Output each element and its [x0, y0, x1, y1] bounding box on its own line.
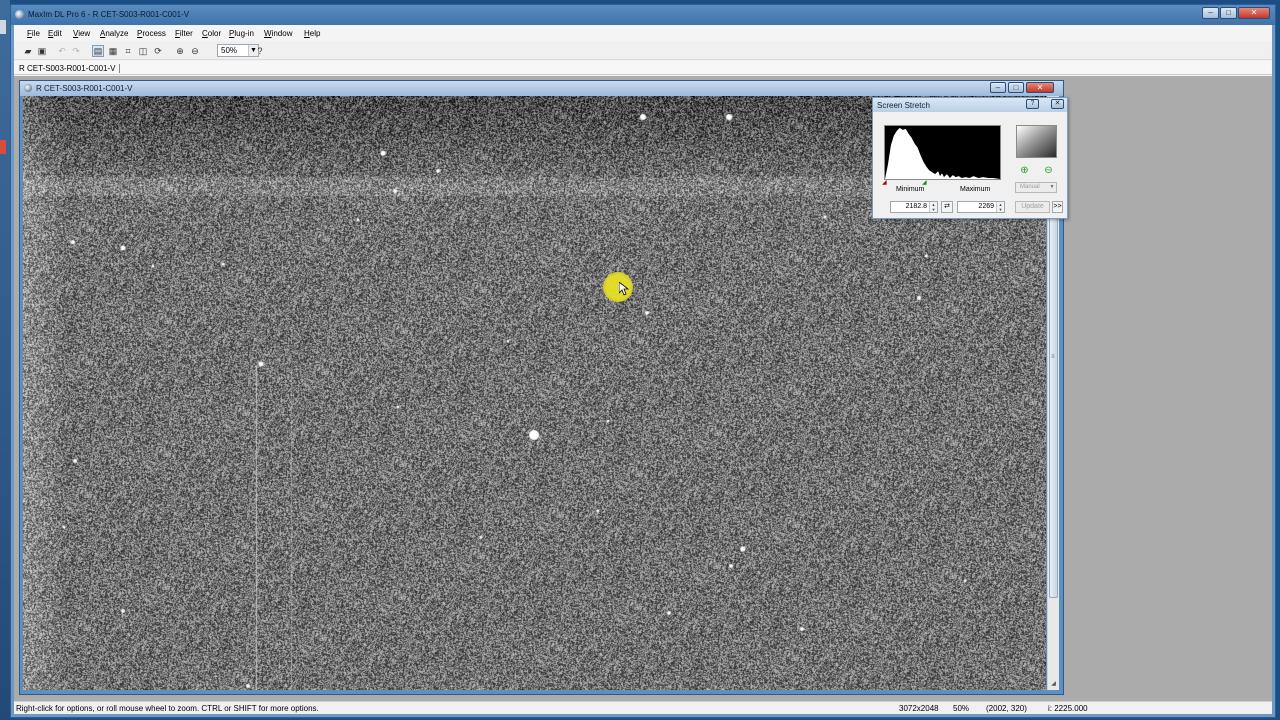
menu-filter[interactable]: Filter [175, 29, 193, 38]
image-close-button[interactable]: ✕ [1026, 82, 1054, 93]
mouse-pointer-icon [619, 282, 629, 296]
status-bar: Right-click for options, or roll mouse w… [14, 701, 1272, 714]
image-maximize-button[interactable]: □ [1008, 82, 1024, 93]
status-dimensions: 3072x2048 [899, 704, 939, 713]
stretch-icon[interactable]: ▦ [107, 45, 119, 57]
maximum-input[interactable]: 2269 ▲ ▼ [957, 201, 1005, 213]
minimize-button[interactable]: – [1202, 7, 1219, 19]
histogram-zoom-out-icon[interactable]: ⊖ [1042, 164, 1055, 177]
maximum-label: Maximum [960, 186, 991, 193]
stretch-mode-select[interactable]: Manual ▼ [1015, 182, 1057, 193]
menu-analyze[interactable]: Analyze [100, 29, 128, 38]
status-intensity: i: 2225.000 [1048, 704, 1088, 713]
help-icon[interactable]: ? [254, 45, 266, 57]
save-icon[interactable]: ▣ [36, 45, 48, 57]
expand-button[interactable]: >> [1052, 201, 1063, 213]
window-title: MaxIm DL Pro 6 - R CET-S003-R001-C001-V [28, 10, 190, 19]
menu-bar: File Edit View Analyze Process Filter Co… [14, 25, 1272, 41]
screen-stretch-window: Screen Stretch ? ✕ ◢ ◢ ⊕ ⊖ Minimum Maxim… [872, 97, 1068, 219]
grip-icon: ≡ [1051, 354, 1055, 360]
menu-view[interactable]: View [73, 29, 90, 38]
minimum-marker-icon[interactable]: ◢ [882, 179, 887, 186]
minimum-spinner[interactable]: ▲ ▼ [929, 202, 937, 212]
client-area: File Edit View Analyze Process Filter Co… [14, 25, 1272, 714]
maximize-button[interactable]: □ [1220, 7, 1237, 19]
gradient-preview [1016, 125, 1057, 158]
menu-help[interactable]: Help [304, 29, 320, 38]
flip-icon[interactable]: ◫ [137, 45, 149, 57]
maximum-value: 2269 [978, 203, 994, 210]
chevron-down-icon[interactable]: ▼ [1048, 183, 1056, 192]
desktop-icon [0, 20, 6, 34]
image-window-icon[interactable]: ▤ [92, 45, 104, 57]
histogram-plot [885, 127, 1000, 179]
update-button[interactable]: Update [1015, 201, 1050, 213]
status-zoom: 50% [953, 704, 970, 713]
title-bar[interactable]: MaxIm DL Pro 6 - R CET-S003-R001-C001-V … [11, 5, 1275, 25]
menu-process[interactable]: Process [137, 29, 166, 38]
rotate-icon[interactable]: ⟳ [152, 45, 164, 57]
stretch-mode-value: Manual [1020, 184, 1040, 190]
tab-document[interactable]: R CET-S003-R001-C001-V [19, 64, 121, 73]
toolbar: ▰ ▣ ↶ ↷ ▤ ▦ ⌗ ◫ ⟳ ⊕ ⊖ 50% ▼ ? [14, 42, 1272, 60]
histogram-zoom-in-icon[interactable]: ⊕ [1018, 164, 1031, 177]
histogram[interactable] [884, 125, 1001, 180]
maximum-spinner[interactable]: ▲ ▼ [996, 202, 1004, 212]
image-window-icon[interactable] [24, 84, 32, 92]
zoom-select[interactable]: 50% ▼ [217, 44, 259, 57]
maximum-marker-icon[interactable]: ◢ [922, 179, 927, 186]
menu-plug-in[interactable]: Plug-in [229, 29, 254, 38]
desktop-edge [0, 0, 10, 720]
resize-grip-icon[interactable]: ◢ [1049, 680, 1058, 689]
open-icon[interactable]: ▰ [22, 45, 34, 57]
stretch-close-button[interactable]: ✕ [1051, 99, 1064, 109]
redo-icon[interactable]: ↷ [70, 45, 82, 57]
zoom-out-icon[interactable]: ⊖ [189, 45, 201, 57]
undo-icon[interactable]: ↶ [56, 45, 68, 57]
image-window-title-bar[interactable]: R CET-S003-R001-C001-V – □ ✕ [20, 81, 1063, 96]
document-tab-bar: R CET-S003-R001-C001-V [14, 61, 1272, 75]
mdi-workspace: R CET-S003-R001-C001-V – □ ✕ ≡ ◢ [14, 76, 1272, 701]
crop-icon[interactable]: ⌗ [122, 45, 134, 57]
image-minimize-button[interactable]: – [990, 82, 1006, 93]
menu-edit[interactable]: Edit [48, 29, 62, 38]
minimum-value: 2182.8 [905, 203, 927, 210]
menu-color[interactable]: Color [202, 29, 221, 38]
zoom-value: 50% [221, 46, 238, 55]
menu-file[interactable]: File [27, 29, 40, 38]
desktop-icon [0, 140, 6, 154]
close-button[interactable]: ✕ [1238, 7, 1270, 19]
zoom-in-icon[interactable]: ⊕ [174, 45, 186, 57]
main-window: MaxIm DL Pro 6 - R CET-S003-R001-C001-V … [10, 4, 1276, 718]
status-hint: Right-click for options, or roll mouse w… [16, 704, 319, 713]
swap-button[interactable]: ⇄ [941, 201, 953, 213]
minimum-label: Minimum [896, 186, 925, 193]
minimum-input[interactable]: 2182.8 ▲ ▼ [890, 201, 938, 213]
menu-window[interactable]: Window [264, 29, 292, 38]
status-cursor: (2002, 320) [986, 704, 1027, 713]
stretch-help-button[interactable]: ? [1026, 99, 1039, 109]
screen-stretch-title-bar[interactable]: Screen Stretch ? ✕ [873, 98, 1067, 112]
screen-stretch-title: Screen Stretch [877, 101, 930, 110]
image-window-title: R CET-S003-R001-C001-V [36, 84, 133, 93]
app-icon[interactable] [15, 10, 24, 19]
